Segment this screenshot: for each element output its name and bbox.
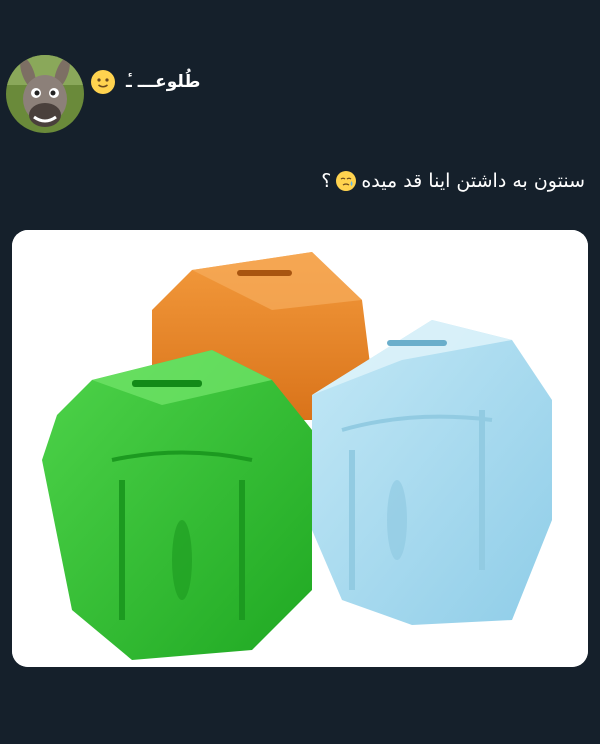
tweet-body: سنتون به داشتن اینا قد میده: [361, 170, 585, 192]
slightly-smiling-face-emoji: [91, 70, 115, 94]
author-name-row[interactable]: طُلوعـــ ـٔ: [90, 66, 200, 98]
avatar[interactable]: [6, 55, 84, 133]
tweet-photo[interactable]: [12, 230, 588, 667]
face-holding-back-tears-emoji: [336, 171, 357, 191]
piggy-banks-photo: [12, 230, 588, 667]
green-piggy-bank: [42, 350, 312, 660]
author-display-name: طُلوعـــ ـٔ: [126, 72, 201, 92]
tweet-post: طُلوعـــ ـٔ سنتون به داشتن اینا قد میده …: [0, 0, 600, 744]
tweet-text: سنتون به داشتن اینا قد میده ؟: [321, 170, 585, 192]
donkey-avatar-icon: [6, 55, 84, 133]
tweet-question-mark: ؟: [321, 170, 332, 192]
